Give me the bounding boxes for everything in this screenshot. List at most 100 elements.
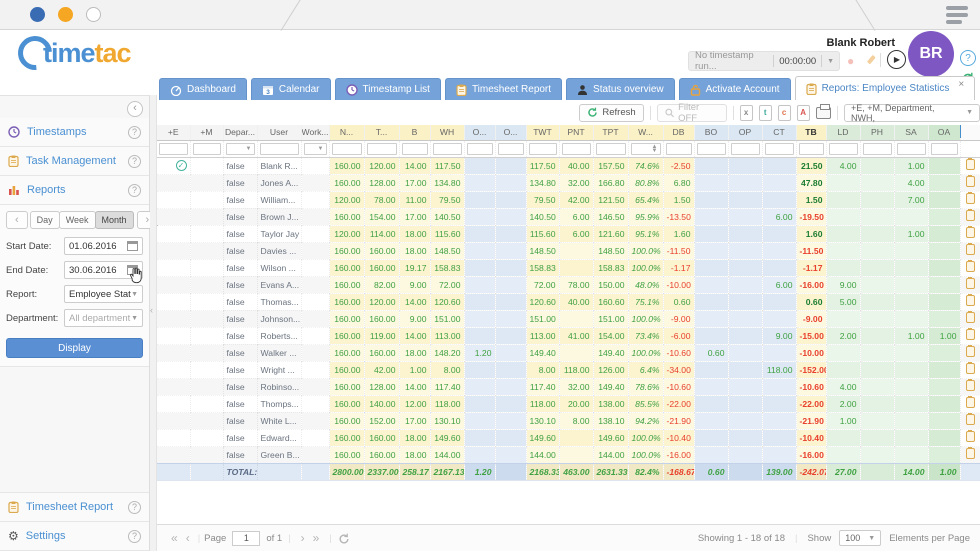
column-header-dept[interactable]: Depar... bbox=[223, 125, 257, 140]
sidebar-item-timesheet-report[interactable]: Timesheet Report? bbox=[0, 493, 149, 522]
avatar[interactable]: BR bbox=[908, 31, 954, 77]
filter-input-ct[interactable] bbox=[765, 143, 794, 155]
period-button-week[interactable]: Week bbox=[59, 211, 96, 229]
columns-dropdown[interactable]: +E, +M, Department, NWH, ▼ bbox=[844, 104, 980, 122]
export-txt-icon[interactable]: t bbox=[759, 105, 772, 121]
table-row[interactable]: ✓falseBlank R...160.00120.0014.00117.501… bbox=[157, 157, 980, 174]
reload-grid-icon[interactable] bbox=[338, 533, 350, 545]
period-button-month[interactable]: Month bbox=[95, 211, 134, 229]
tab-reports-employee-statistics[interactable]: Reports: Employee Statistics× bbox=[795, 76, 976, 100]
column-header-op[interactable]: OP bbox=[728, 125, 762, 140]
row-timesheet-icon[interactable] bbox=[966, 278, 975, 289]
export-csv-icon[interactable]: c bbox=[778, 105, 791, 121]
timer-widget[interactable]: No timestamp run... 00:00:00 ▼ bbox=[688, 51, 840, 71]
table-row[interactable]: falseWilson ...160.00160.0019.17158.8315… bbox=[157, 259, 980, 276]
filter-input-oa[interactable] bbox=[931, 143, 958, 155]
hamburger-menu-icon[interactable] bbox=[946, 6, 968, 27]
refresh-button[interactable]: Refresh bbox=[579, 104, 643, 122]
row-timesheet-icon[interactable] bbox=[966, 295, 975, 306]
help-icon[interactable]: ? bbox=[960, 50, 976, 66]
last-page-icon[interactable]: » bbox=[313, 531, 320, 545]
sidebar-item-reports[interactable]: Reports? bbox=[0, 176, 149, 205]
column-header-t[interactable]: T... bbox=[364, 125, 399, 140]
filter-input-n[interactable] bbox=[332, 143, 362, 155]
column-header-db[interactable]: DB bbox=[663, 125, 694, 140]
row-timesheet-icon[interactable] bbox=[966, 414, 975, 425]
filter-input-db[interactable] bbox=[666, 143, 692, 155]
column-header-ct[interactable]: CT bbox=[762, 125, 796, 140]
table-row[interactable]: falseTaylor Jay120.00114.0018.00115.6011… bbox=[157, 225, 980, 242]
filter-input-tb[interactable] bbox=[799, 143, 824, 155]
column-header-ld[interactable]: LD bbox=[826, 125, 860, 140]
traffic-light-orange[interactable] bbox=[58, 7, 73, 22]
column-header-w[interactable]: W... bbox=[628, 125, 663, 140]
filter-input-wh[interactable] bbox=[433, 143, 462, 155]
row-timesheet-icon[interactable] bbox=[966, 448, 975, 459]
column-header-tb[interactable]: TB bbox=[796, 125, 826, 140]
column-header-e[interactable]: +E bbox=[157, 125, 190, 140]
column-header-sa[interactable]: SA bbox=[894, 125, 928, 140]
period-prev-button[interactable]: ‹ bbox=[6, 211, 28, 229]
row-timesheet-icon[interactable] bbox=[966, 261, 975, 272]
column-header-b[interactable]: B bbox=[399, 125, 430, 140]
table-row[interactable]: falseEvans A...160.0082.009.0072.0072.00… bbox=[157, 276, 980, 293]
tab-dashboard[interactable]: Dashboard bbox=[159, 78, 247, 100]
start-date-field[interactable]: 01.06.2016 bbox=[64, 237, 143, 255]
filter-input-o1[interactable] bbox=[467, 143, 493, 155]
prev-page-icon[interactable]: ‹ bbox=[186, 531, 190, 545]
table-row[interactable]: falseDavies ...160.00160.0018.00148.5014… bbox=[157, 242, 980, 259]
table-row[interactable]: falseJones A...160.00128.0017.00134.8013… bbox=[157, 174, 980, 191]
help-icon[interactable]: ? bbox=[128, 155, 141, 168]
close-icon[interactable]: × bbox=[958, 79, 964, 90]
help-icon[interactable]: ? bbox=[128, 126, 141, 139]
filter-input-op[interactable] bbox=[731, 143, 760, 155]
column-header-o2[interactable]: O... bbox=[495, 125, 526, 140]
row-timesheet-icon[interactable] bbox=[966, 431, 975, 442]
table-row[interactable]: falseRoberts...160.00119.0014.00113.0011… bbox=[157, 327, 980, 344]
traffic-light-blue[interactable] bbox=[30, 7, 45, 22]
row-timesheet-icon[interactable] bbox=[966, 193, 975, 204]
column-header-user[interactable]: User bbox=[257, 125, 301, 140]
row-timesheet-icon[interactable] bbox=[966, 346, 975, 357]
column-header-work[interactable]: Work... bbox=[301, 125, 329, 140]
calendar-picker-icon[interactable] bbox=[127, 241, 138, 251]
filter-input-ph[interactable] bbox=[863, 143, 892, 155]
filter-input-pnt[interactable] bbox=[562, 143, 591, 155]
traffic-light-white[interactable] bbox=[86, 7, 101, 22]
filter-input-tpt[interactable] bbox=[596, 143, 626, 155]
next-page-icon[interactable]: › bbox=[301, 531, 305, 545]
filter-input-bo[interactable] bbox=[697, 143, 726, 155]
column-header-wh[interactable]: WH bbox=[430, 125, 464, 140]
display-button[interactable]: Display bbox=[6, 338, 143, 358]
tab-timestamp-list[interactable]: Timestamp List bbox=[335, 78, 441, 100]
column-header-o1[interactable]: O... bbox=[464, 125, 495, 140]
panel-collapse-icon[interactable]: ‹ bbox=[150, 305, 153, 315]
filter-input-w[interactable]: ▲▼ bbox=[631, 143, 661, 155]
filter-input-m[interactable] bbox=[193, 143, 221, 155]
help-icon[interactable]: ? bbox=[128, 530, 141, 543]
table-row[interactable]: falseRobinso...160.00128.0014.00117.4011… bbox=[157, 378, 980, 395]
table-row[interactable]: falseThomas...160.00120.0014.00120.60120… bbox=[157, 293, 980, 310]
column-header-act[interactable] bbox=[960, 125, 980, 140]
period-button-day[interactable]: Day bbox=[30, 211, 60, 229]
filter-input-e[interactable] bbox=[159, 143, 188, 155]
column-header-pnt[interactable]: PNT bbox=[559, 125, 593, 140]
play-timer-button[interactable]: ▶ bbox=[887, 50, 906, 69]
row-timesheet-icon[interactable] bbox=[966, 363, 975, 374]
filter-input-ld[interactable] bbox=[829, 143, 858, 155]
filter-input-t[interactable] bbox=[367, 143, 397, 155]
filter-input-work[interactable]: ▼ bbox=[304, 143, 327, 155]
row-timesheet-icon[interactable] bbox=[966, 244, 975, 255]
filter-input-dept[interactable]: ▼ bbox=[226, 143, 255, 155]
row-timesheet-icon[interactable] bbox=[966, 210, 975, 221]
table-row[interactable]: falseBrown J...160.00154.0017.00140.5014… bbox=[157, 208, 980, 225]
sidebar-item-timestamps[interactable]: Timestamps? bbox=[0, 118, 149, 147]
export-pdf-icon[interactable]: A bbox=[797, 105, 810, 121]
column-header-tpt[interactable]: TPT bbox=[593, 125, 628, 140]
row-timesheet-icon[interactable] bbox=[966, 176, 975, 187]
column-header-twt[interactable]: TWT bbox=[526, 125, 559, 140]
panel-divider[interactable]: ‹ bbox=[150, 95, 157, 551]
filter-input-b[interactable] bbox=[402, 143, 428, 155]
table-row[interactable]: falseThomps...160.00140.0012.00118.00118… bbox=[157, 395, 980, 412]
row-timesheet-icon[interactable] bbox=[966, 159, 975, 170]
